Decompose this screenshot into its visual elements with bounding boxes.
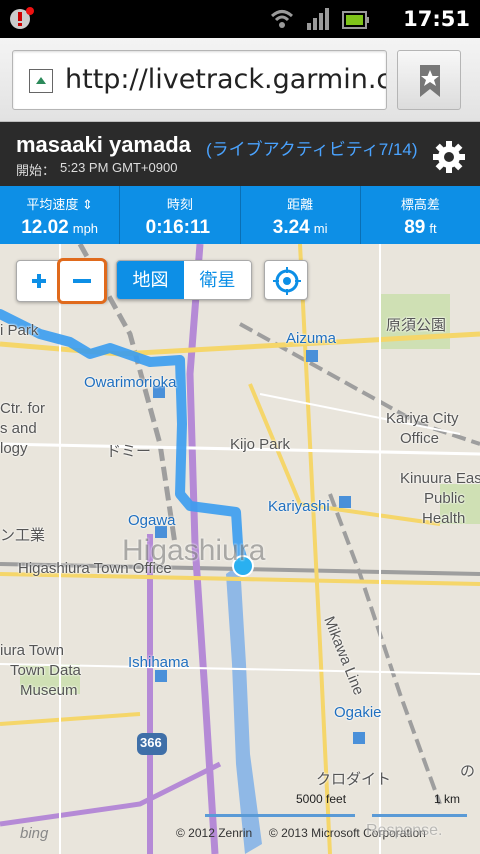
map-label: クロダイト bbox=[316, 771, 392, 788]
map-label: Ogakie bbox=[334, 704, 382, 721]
copyright-zenrin: © 2012 Zenrin bbox=[176, 826, 253, 840]
map-label: Owarimorioka bbox=[84, 374, 177, 391]
map-label: i Park bbox=[0, 322, 39, 339]
activity-link[interactable]: (ライブアクティビティ7/14) bbox=[206, 135, 418, 160]
stat-distance: 距離 3.24 mi bbox=[241, 186, 361, 244]
map-label: 原須公園 bbox=[386, 317, 447, 334]
browser-toolbar: http://livetrack.garmin.c... bbox=[0, 38, 480, 122]
map-label: Kijo Park bbox=[230, 436, 291, 453]
bookmark-icon bbox=[420, 65, 440, 97]
stat-avg-speed[interactable]: 平均速度 ⇕ 12.02 mph bbox=[0, 186, 121, 244]
map-label: Health bbox=[422, 510, 466, 527]
crosshair-icon bbox=[273, 267, 301, 295]
map-label: ン工業 bbox=[0, 527, 46, 544]
stats-bar: 平均速度 ⇕ 12.02 mph 時刻 0:16:11 距離 3.24 mi 標高差… bbox=[0, 186, 480, 244]
stat-label: 時刻 bbox=[166, 197, 193, 212]
zoom-in-button[interactable] bbox=[17, 261, 61, 301]
status-bar: 17:51 bbox=[0, 0, 480, 38]
map-label: Aizuma bbox=[286, 330, 337, 347]
stat-label: 距離 bbox=[287, 197, 314, 212]
stat-time: 時刻 0:16:11 bbox=[120, 186, 241, 244]
wifi-icon bbox=[270, 10, 294, 28]
map-label: Museum bbox=[20, 682, 78, 699]
settings-button[interactable] bbox=[432, 140, 466, 174]
map-label: Town Data bbox=[10, 662, 81, 679]
battery-icon bbox=[342, 11, 369, 29]
stat-elevation: 標高差 89 ft bbox=[361, 186, 480, 244]
stat-value: 0:16:11 bbox=[145, 217, 211, 238]
stat-unit: mi bbox=[313, 221, 328, 236]
stat-unit: ft bbox=[429, 221, 437, 236]
stat-label: 標高差 bbox=[400, 197, 440, 212]
map-type-toggle: 地図 衛星 bbox=[116, 260, 252, 300]
map-label: iura Town bbox=[0, 642, 64, 659]
activity-header: masaaki yamada (ライブアクティビティ7/14) 開始： 5:23… bbox=[0, 122, 480, 186]
map-label: Kinuura Eas bbox=[400, 470, 480, 487]
url-text[interactable]: http://livetrack.garmin.c... bbox=[65, 64, 386, 95]
map-type-map[interactable]: 地図 bbox=[117, 261, 184, 299]
map-label: Ctr. for bbox=[0, 400, 46, 417]
stat-label: 平均速度 ⇕ bbox=[26, 197, 93, 212]
start-label: 開始： bbox=[16, 163, 56, 178]
start-time: 5:23 PM GMT+0900 bbox=[60, 160, 178, 175]
zoom-out-button[interactable] bbox=[57, 258, 107, 304]
map-label: logy bbox=[0, 440, 28, 457]
map-label: Higashiura Town Office bbox=[18, 560, 172, 577]
url-bar[interactable]: http://livetrack.garmin.c... bbox=[12, 50, 387, 110]
route-shield-label: 366 bbox=[140, 735, 162, 750]
map-type-satellite[interactable]: 衛星 bbox=[184, 261, 251, 299]
map-label: Ishihama bbox=[128, 654, 189, 671]
watermark: Response. bbox=[366, 822, 443, 839]
stat-unit: mph bbox=[72, 221, 99, 236]
map-label: Office bbox=[400, 430, 439, 447]
scale-km: 1 km bbox=[434, 792, 461, 806]
alert-icon bbox=[8, 6, 34, 32]
bookmark-button[interactable] bbox=[397, 50, 461, 110]
bing-logo: bing bbox=[20, 825, 49, 842]
map-label: Kariyashi bbox=[268, 498, 330, 515]
stat-value: 89 bbox=[404, 217, 426, 238]
stat-value: 3.24 bbox=[272, 217, 310, 238]
user-name: masaaki yamada bbox=[16, 132, 191, 157]
map-label: の bbox=[460, 763, 476, 780]
plus-icon bbox=[32, 274, 46, 288]
map-label: Public bbox=[424, 490, 465, 507]
gear-icon bbox=[433, 141, 465, 173]
map-view[interactable]: i Park Aizuma 原須公園 Owarimorioka Ctr. for… bbox=[0, 244, 480, 854]
page-icon bbox=[29, 69, 53, 93]
clock: 17:51 bbox=[403, 7, 470, 31]
map-label: Ogawa bbox=[128, 512, 176, 529]
locate-button[interactable] bbox=[264, 260, 308, 300]
map-label: Kariya City bbox=[386, 410, 459, 427]
map-label: ドミー bbox=[106, 443, 152, 460]
zoom-control bbox=[16, 258, 108, 304]
status-icons bbox=[270, 8, 370, 30]
stat-value: 12.02 bbox=[21, 217, 69, 238]
minus-icon bbox=[73, 279, 91, 283]
map-label: s and bbox=[0, 420, 37, 437]
scale-feet: 5000 feet bbox=[296, 792, 347, 806]
signal-icon bbox=[307, 8, 329, 30]
